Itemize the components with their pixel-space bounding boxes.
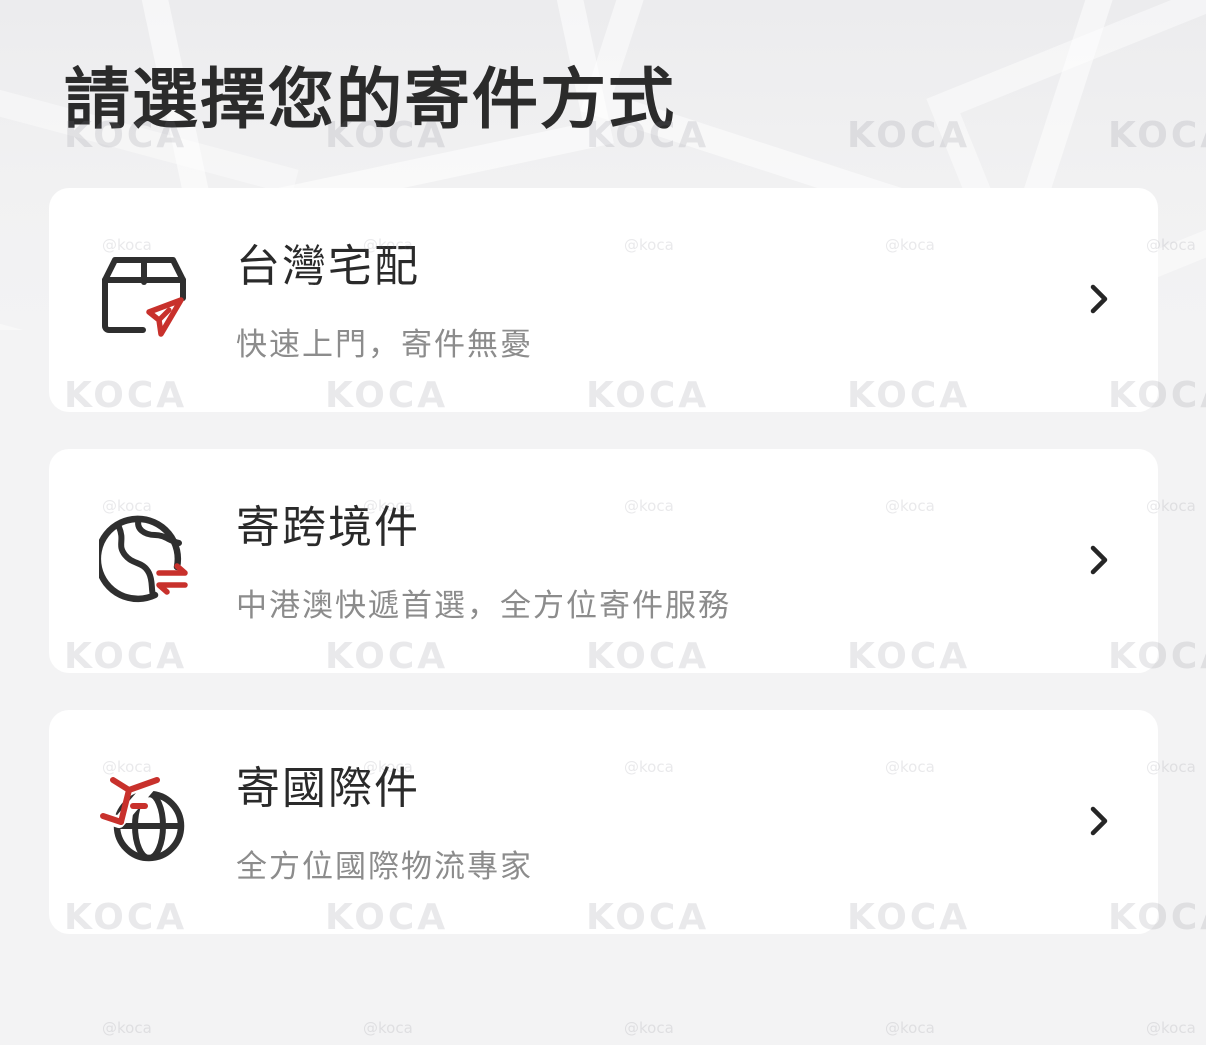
option-card-taiwan-delivery[interactable]: 台灣宅配 快速上門，寄件無憂 xyxy=(49,188,1158,412)
chevron-right-icon xyxy=(1086,545,1112,575)
watermark-handle: @koca xyxy=(1146,1019,1196,1037)
option-title: 台灣宅配 xyxy=(236,241,420,292)
globe-plane-icon xyxy=(99,772,191,864)
parcel-box-send-icon xyxy=(99,250,191,342)
watermark-handle: @koca xyxy=(885,1019,935,1037)
chevron-right-icon xyxy=(1086,284,1112,314)
watermark-handle: @koca xyxy=(363,1019,413,1037)
page-title: 請選擇您的寄件方式 xyxy=(64,61,676,138)
option-title: 寄國際件 xyxy=(236,763,420,814)
watermark-handle: @koca xyxy=(624,1019,674,1037)
option-card-cross-border[interactable]: 寄跨境件 中港澳快遞首選，全方位寄件服務 xyxy=(49,449,1158,673)
option-title: 寄跨境件 xyxy=(236,502,420,553)
option-subtitle: 中港澳快遞首選，全方位寄件服務 xyxy=(236,588,731,624)
globe-exchange-icon xyxy=(99,511,191,603)
option-card-international[interactable]: 寄國際件 全方位國際物流專家 xyxy=(49,710,1158,934)
chevron-right-icon xyxy=(1086,806,1112,836)
option-subtitle: 快速上門，寄件無憂 xyxy=(236,327,533,363)
option-subtitle: 全方位國際物流專家 xyxy=(236,849,533,885)
watermark-handle: @koca xyxy=(102,1019,152,1037)
